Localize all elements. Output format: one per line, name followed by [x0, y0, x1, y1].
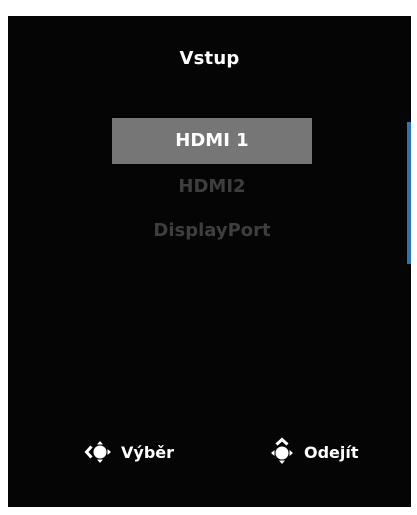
select-hint: Výběr: [83, 436, 174, 468]
input-option-hdmi1[interactable]: HDMI 1: [112, 118, 312, 164]
joystick-left-press-icon: [83, 436, 115, 468]
osd-input-menu: Vstup HDMI 1 HDMI2 DisplayPort Výběr Ode…: [8, 16, 411, 507]
menu-scrollbar[interactable]: [407, 122, 411, 264]
input-option-displayport[interactable]: DisplayPort: [112, 208, 312, 254]
joystick-up-press-icon: [266, 436, 298, 468]
select-hint-label: Výběr: [121, 442, 175, 462]
menu-title: Vstup: [179, 48, 240, 69]
exit-hint: Odejít: [266, 436, 359, 468]
input-option-hdmi2[interactable]: HDMI2: [112, 164, 312, 210]
exit-hint-label: Odejít: [304, 442, 359, 462]
